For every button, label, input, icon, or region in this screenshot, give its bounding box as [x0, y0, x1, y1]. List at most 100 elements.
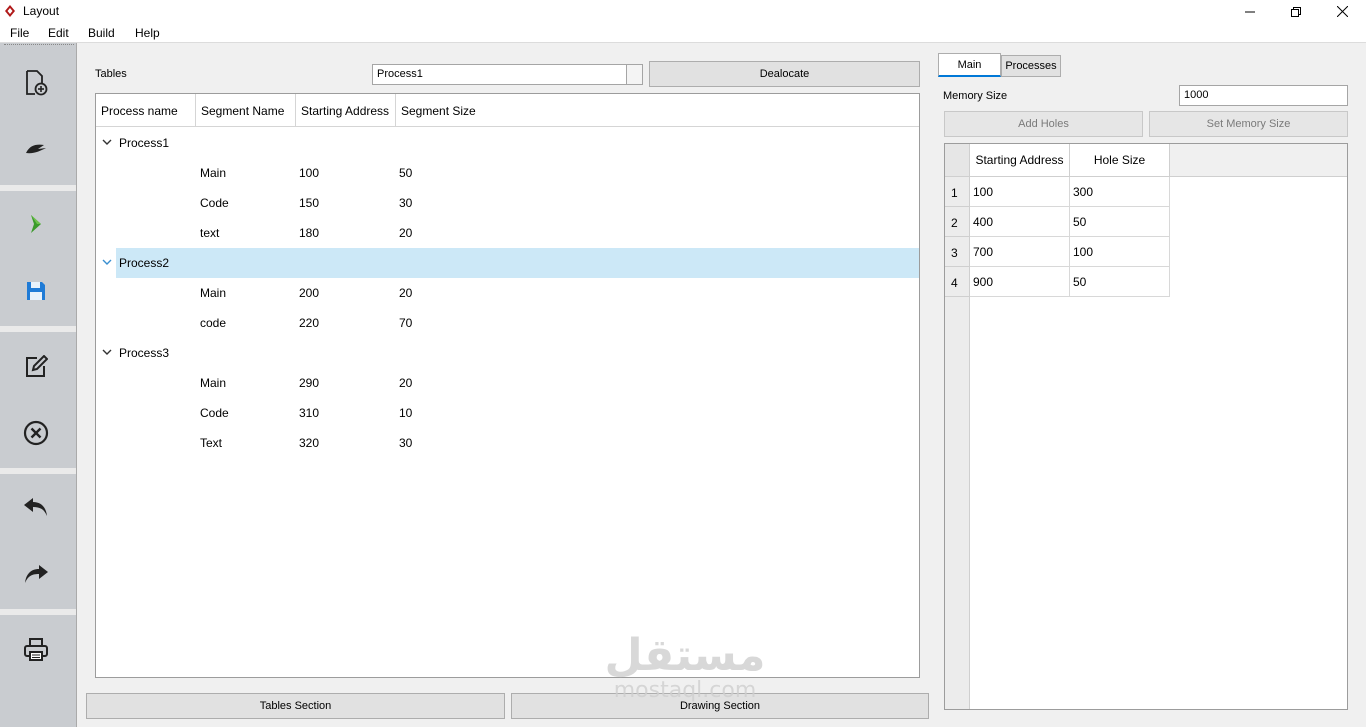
edit-button[interactable] [18, 349, 54, 385]
segment-start: 100 [299, 166, 320, 180]
process-select-value: Process1 [377, 68, 423, 80]
save-icon [27, 282, 45, 300]
new-file-icon [26, 70, 48, 96]
new-file-button[interactable] [18, 65, 54, 101]
segment-size: 20 [399, 286, 413, 300]
col-hole-starting-address[interactable]: Starting Address [970, 144, 1070, 177]
open-icon [26, 144, 46, 154]
toolbar-separator [0, 468, 76, 474]
toolbar-separator [0, 185, 76, 191]
undo-icon [24, 498, 47, 516]
col-hole-size[interactable]: Hole Size [1070, 144, 1170, 177]
process-name: Process2 [119, 256, 170, 270]
tree-row-segment[interactable]: Main 290 20 [96, 368, 919, 398]
hole-start-cell[interactable]: 100 [970, 177, 1070, 207]
print-icon [24, 638, 48, 661]
redo-button[interactable] [18, 556, 54, 592]
chevron-down-icon[interactable] [102, 138, 112, 146]
run-icon [31, 215, 41, 233]
tables-label: Tables [95, 68, 127, 80]
undo-button[interactable] [18, 489, 54, 525]
memory-size-label: Memory Size [943, 90, 1008, 102]
toolbar-separator [0, 609, 76, 615]
tree-row-segment[interactable]: Text 320 30 [96, 428, 919, 458]
print-button[interactable] [18, 632, 54, 668]
segment-name: Code [200, 196, 229, 210]
hole-size-cell[interactable]: 300 [1070, 177, 1170, 207]
holes-table[interactable]: Starting Address Hole Size 1 100 300 2 4… [944, 143, 1348, 710]
tree-row-segment[interactable]: text 180 20 [96, 218, 919, 248]
menu-file[interactable]: File [10, 26, 29, 40]
col-process-name[interactable]: Process name [96, 94, 196, 127]
row-header[interactable]: 2 [945, 207, 970, 237]
close-window-button[interactable] [1319, 0, 1365, 23]
tree-row-process[interactable]: Process1 [96, 128, 919, 158]
set-memory-size-button[interactable]: Set Memory Size [1149, 111, 1348, 137]
memory-size-value: 1000 [1184, 89, 1209, 101]
close-circle-icon [23, 420, 49, 446]
redo-icon [25, 565, 48, 583]
segment-name: text [200, 226, 220, 240]
segment-size: 30 [399, 196, 413, 210]
restore-button[interactable] [1273, 0, 1319, 23]
segment-start: 200 [299, 286, 320, 300]
tree-row-segment[interactable]: Main 100 50 [96, 158, 919, 188]
dealocate-button[interactable]: Dealocate [649, 61, 920, 87]
selection-highlight [116, 248, 919, 278]
minimize-button[interactable] [1227, 0, 1273, 23]
memory-size-input[interactable]: 1000 [1179, 85, 1348, 106]
process-tree[interactable]: Process name Segment Name Starting Addre… [95, 93, 920, 678]
tree-row-segment[interactable]: code 220 70 [96, 308, 919, 338]
hole-start-cell[interactable]: 900 [970, 267, 1070, 297]
cancel-button[interactable] [18, 415, 54, 451]
segment-name: Code [200, 406, 229, 420]
hole-size-cell[interactable]: 50 [1070, 267, 1170, 297]
segment-name: Text [200, 436, 223, 450]
segment-name: Main [200, 376, 227, 390]
hole-size-cell[interactable]: 50 [1070, 207, 1170, 237]
segment-size: 20 [399, 226, 413, 240]
segment-start: 220 [299, 316, 320, 330]
hole-start-cell[interactable]: 400 [970, 207, 1070, 237]
tree-row-segment[interactable]: Code 150 30 [96, 188, 919, 218]
segment-start: 290 [299, 376, 320, 390]
segment-size: 10 [399, 406, 413, 420]
row-header[interactable]: 1 [945, 177, 970, 207]
tree-row-process-selected[interactable]: Process2 [96, 248, 919, 278]
open-button[interactable] [18, 131, 54, 167]
tree-row-segment[interactable]: Code 310 10 [96, 398, 919, 428]
row-header[interactable]: 3 [945, 237, 970, 267]
segment-name: Main [200, 166, 227, 180]
dropdown-arrow-button[interactable] [626, 65, 642, 84]
process-name: Process1 [119, 136, 170, 150]
run-button[interactable] [18, 206, 54, 242]
tab-main[interactable]: Main [938, 53, 1001, 77]
hole-size-cell[interactable]: 100 [1070, 237, 1170, 267]
chevron-down-icon[interactable] [102, 258, 112, 266]
table-corner-button[interactable] [945, 144, 970, 177]
col-starting-address[interactable]: Starting Address [296, 94, 396, 127]
watermark-arabic: مستقل [604, 630, 766, 681]
process-select[interactable]: Process1 [372, 64, 643, 85]
tab-processes[interactable]: Processes [1001, 55, 1061, 77]
segment-size: 50 [399, 166, 413, 180]
segment-start: 320 [299, 436, 320, 450]
hole-start-cell[interactable]: 700 [970, 237, 1070, 267]
tree-row-segment[interactable]: Main 200 20 [96, 278, 919, 308]
tree-row-process[interactable]: Process3 [96, 338, 919, 368]
add-holes-button[interactable]: Add Holes [944, 111, 1143, 137]
menu-edit[interactable]: Edit [48, 26, 69, 40]
title-bar: Layout [0, 0, 1366, 23]
save-button[interactable] [18, 273, 54, 309]
menu-help[interactable]: Help [135, 26, 160, 40]
menu-build[interactable]: Build [88, 26, 115, 40]
chevron-down-icon[interactable] [102, 348, 112, 356]
tables-section-button[interactable]: Tables Section [86, 693, 505, 719]
col-segment-size[interactable]: Segment Size [396, 94, 919, 127]
segment-name: code [200, 316, 227, 330]
toolbar-grip[interactable] [4, 44, 74, 47]
col-segment-name[interactable]: Segment Name [196, 94, 296, 127]
row-header[interactable]: 4 [945, 267, 970, 297]
watermark-logo: مستقل mostaql.com [600, 632, 770, 712]
segment-size: 70 [399, 316, 413, 330]
